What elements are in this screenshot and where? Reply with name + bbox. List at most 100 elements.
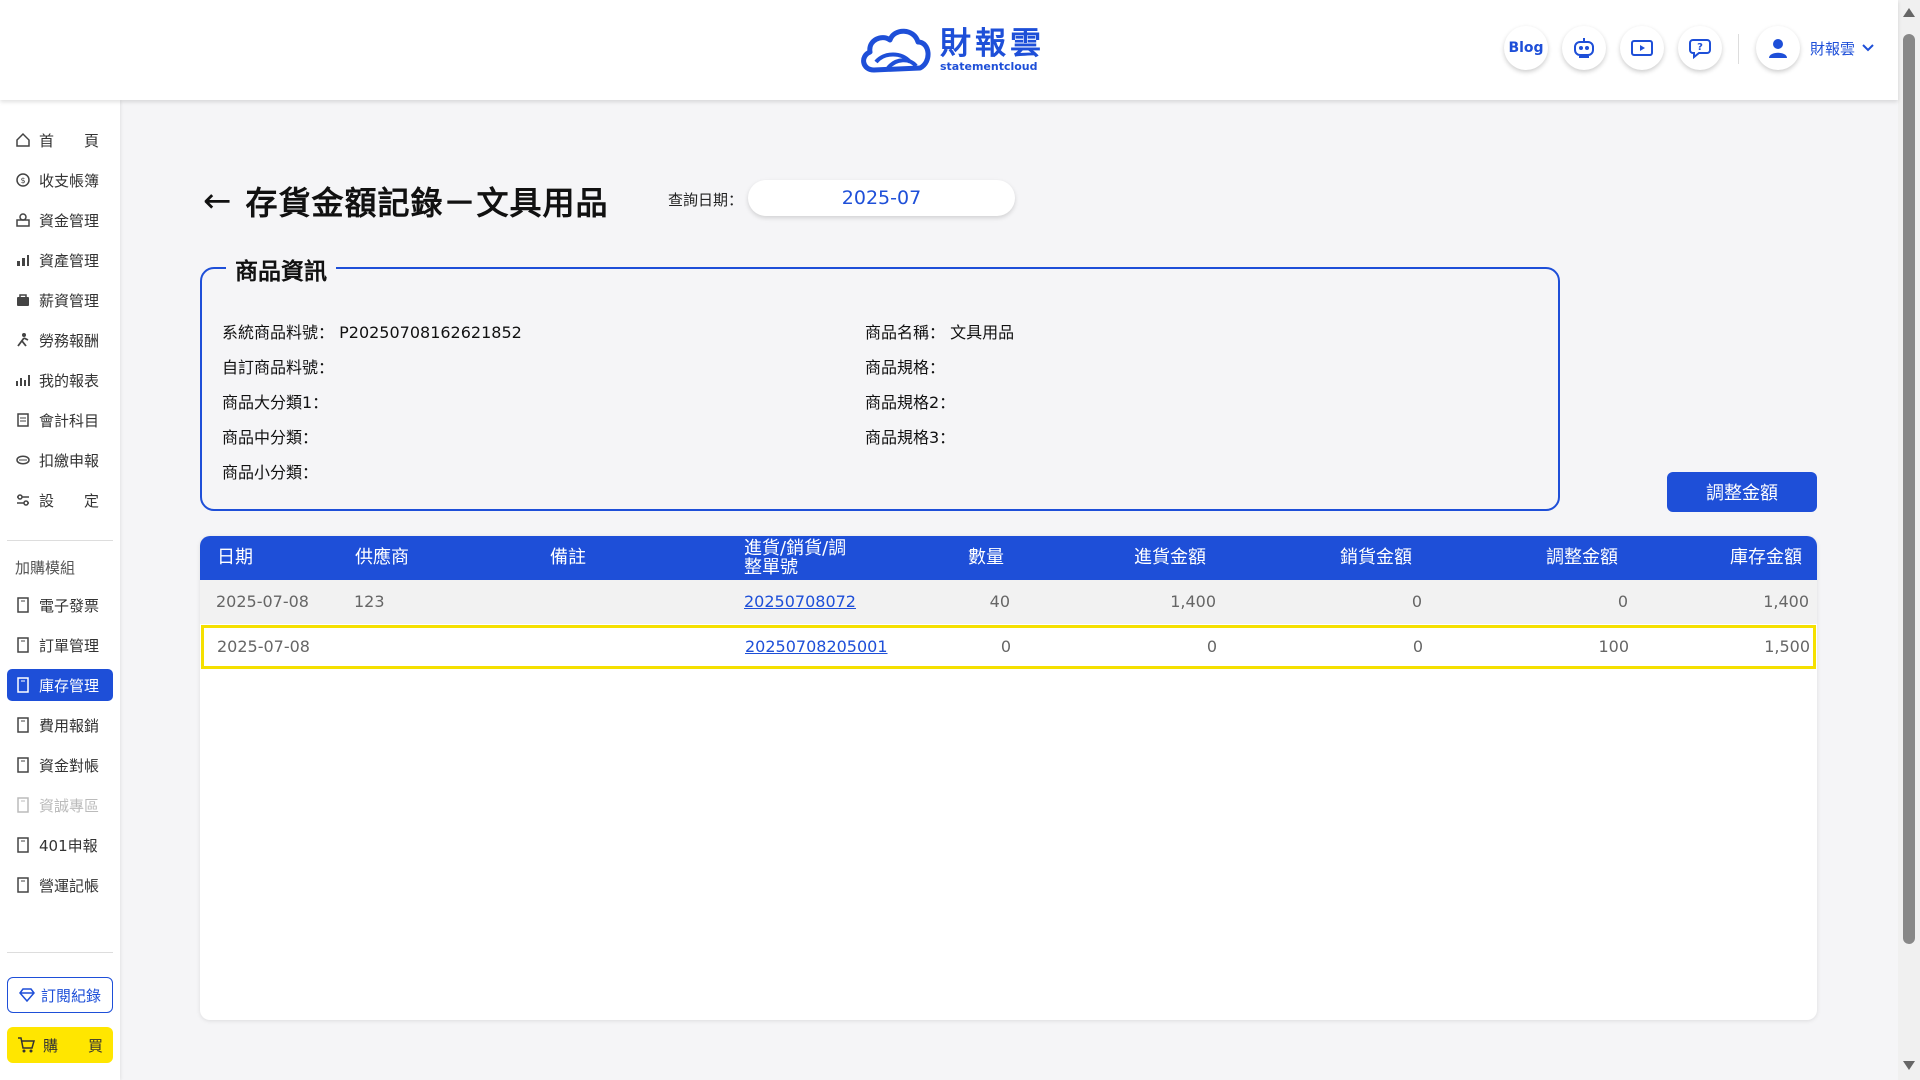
cell-qty: 0: [1000, 637, 1011, 656]
info-custom-sku: 自訂商品料號：: [222, 354, 334, 378]
cell-doc-link[interactable]: 20250708205001: [745, 628, 888, 666]
sidebar-item-settings[interactable]: 設 定: [7, 484, 113, 516]
sidebar-item-label: 訂單管理: [39, 636, 100, 655]
sidebar-item-label: 設 定: [39, 491, 100, 510]
info-category-minor: 商品小分類：: [222, 459, 318, 483]
cell-adjust-amount: 100: [1598, 637, 1629, 656]
sidebar-item-pwc-zone: 資誠專區: [7, 789, 113, 821]
column-header-supplier: 供應商: [355, 547, 409, 568]
buy-label: 購 買: [43, 1036, 104, 1055]
logo-text-cn: 財報雲: [940, 26, 1045, 62]
sidebar-item-labor[interactable]: 勞務報酬: [7, 324, 113, 356]
ledger-icon: [15, 412, 31, 428]
blog-button[interactable]: Blog: [1504, 26, 1548, 70]
diamond-icon: [19, 988, 35, 1002]
user-menu[interactable]: 財報雲: [1756, 26, 1875, 70]
info-value: 文具用品: [950, 323, 1015, 342]
info-value: P20250708162621852: [339, 323, 522, 342]
sidebar-item-label: 勞務報酬: [39, 331, 100, 350]
addon-section-title: 加購模組: [15, 559, 76, 577]
sidebar-item-label: 會計科目: [39, 411, 100, 430]
query-date-label: 查詢日期：: [668, 191, 744, 209]
column-header-sales-amount: 銷貨金額: [1340, 547, 1412, 568]
chevron-down-icon: [1862, 44, 1874, 52]
cell-qty: 40: [989, 592, 1010, 611]
info-spec: 商品規格：: [865, 354, 945, 378]
info-category-mid: 商品中分類：: [222, 424, 318, 448]
robot-button[interactable]: [1562, 26, 1606, 70]
back-arrow-icon[interactable]: ←: [203, 181, 232, 221]
subscription-label: 訂閱紀錄: [40, 986, 101, 1005]
top-header: 財報雲 statementcloud Blog ? 財報雲: [0, 0, 1898, 100]
scroll-thumb[interactable]: [1903, 34, 1915, 944]
info-category-major: 商品大分類1：: [222, 389, 328, 413]
info-label: 系統商品料號：: [222, 323, 335, 342]
settings-icon: [15, 492, 31, 508]
sidebar-item-label: 資誠專區: [39, 796, 100, 815]
column-header-doc-line2: 整單號: [744, 557, 798, 578]
robot-icon: [1574, 38, 1594, 58]
user-name: 財報雲: [1810, 39, 1856, 58]
sidebar-item-report[interactable]: 我的報表: [7, 364, 113, 396]
cell-stock-amount: 1,500: [1764, 637, 1810, 656]
cloud-logo-icon: [861, 28, 931, 73]
book-icon: [15, 717, 31, 733]
sidebar-item-ledger-book[interactable]: $ 收支帳簿: [7, 164, 113, 196]
book-icon: [15, 637, 31, 653]
sidebar-item-reconcile[interactable]: 資金對帳: [7, 749, 113, 781]
avatar: [1756, 26, 1800, 70]
sidebar-item-einvoice[interactable]: 電子發票: [7, 589, 113, 621]
sidebar-item-home[interactable]: 首 頁: [7, 124, 113, 156]
sidebar-divider: [7, 952, 113, 953]
info-label: 商品中分類：: [222, 428, 319, 447]
page-scrollbar[interactable]: [1898, 0, 1920, 1080]
info-label: 商品小分類：: [222, 463, 319, 482]
video-button[interactable]: [1620, 26, 1664, 70]
sidebar-item-label: 我的報表: [39, 371, 100, 390]
sidebar-item-salary[interactable]: 薪資管理: [7, 284, 113, 316]
buy-button[interactable]: 購 買: [7, 1027, 113, 1063]
adjust-amount-button[interactable]: 調整金額: [1667, 472, 1817, 512]
page-title-row: ← 存貨金額記錄－文具用品: [203, 178, 609, 224]
column-header-stock-amount: 庫存金額: [1730, 547, 1802, 568]
sidebar-item-accounts[interactable]: 會計科目: [7, 404, 113, 436]
sidebar-item-label: 費用報銷: [39, 716, 100, 735]
sidebar-item-orders[interactable]: 訂單管理: [7, 629, 113, 661]
sidebar-item-label: 資金管理: [39, 211, 100, 230]
user-icon: [1769, 39, 1787, 58]
report-icon: [15, 372, 31, 388]
table-row: 2025-07-08 123 20250708072 40 1,400 0 0 …: [200, 580, 1817, 624]
fund-icon: [15, 212, 31, 228]
scroll-up-arrow-icon[interactable]: [1903, 8, 1915, 17]
sidebar-item-asset[interactable]: 資產管理: [7, 244, 113, 276]
book-icon: [15, 677, 31, 693]
column-header-purchase-amount: 進貨金額: [1134, 547, 1206, 568]
book-icon: [15, 837, 31, 853]
adjust-amount-label: 調整金額: [1706, 483, 1778, 504]
sidebar-item-fund[interactable]: 資金管理: [7, 204, 113, 236]
sidebar-item-withholding[interactable]: 扣繳申報: [7, 444, 113, 476]
cell-supplier: 123: [354, 592, 385, 611]
svg-text:?: ?: [1697, 42, 1703, 53]
product-info-legend: 商品資訊: [226, 252, 336, 286]
asset-icon: [15, 252, 31, 268]
sidebar-item-operation[interactable]: 營運記帳: [7, 869, 113, 901]
coin-icon: $: [15, 172, 31, 188]
cell-date: 2025-07-08: [217, 637, 310, 656]
support-chat-button[interactable]: ?: [1678, 26, 1722, 70]
cell-doc-link[interactable]: 20250708072: [744, 580, 856, 624]
subscription-record-button[interactable]: 訂閱紀錄: [7, 977, 113, 1013]
sidebar-item-expense[interactable]: 費用報銷: [7, 709, 113, 741]
query-date-picker[interactable]: 2025-07: [748, 180, 1015, 216]
info-label: 商品規格3：: [865, 428, 956, 447]
inventory-record-table: 日期 供應商 備註 進貨/銷貨/調 整單號 數量 進貨金額 銷貨金額 調整金額 …: [200, 536, 1817, 1020]
scroll-down-arrow-icon[interactable]: [1903, 1061, 1915, 1070]
cell-stock-amount: 1,400: [1763, 592, 1809, 611]
sidebar-item-inventory[interactable]: 庫存管理: [7, 669, 113, 701]
cell-purchase-amount: 1,400: [1170, 592, 1216, 611]
cell-sales-amount: 0: [1411, 592, 1422, 611]
sidebar-item-401[interactable]: 401申報: [7, 829, 113, 861]
info-system-sku: 系統商品料號： P20250708162621852: [222, 319, 522, 343]
cell-sales-amount: 0: [1412, 637, 1423, 656]
logo[interactable]: 財報雲 statementcloud: [858, 22, 1045, 78]
